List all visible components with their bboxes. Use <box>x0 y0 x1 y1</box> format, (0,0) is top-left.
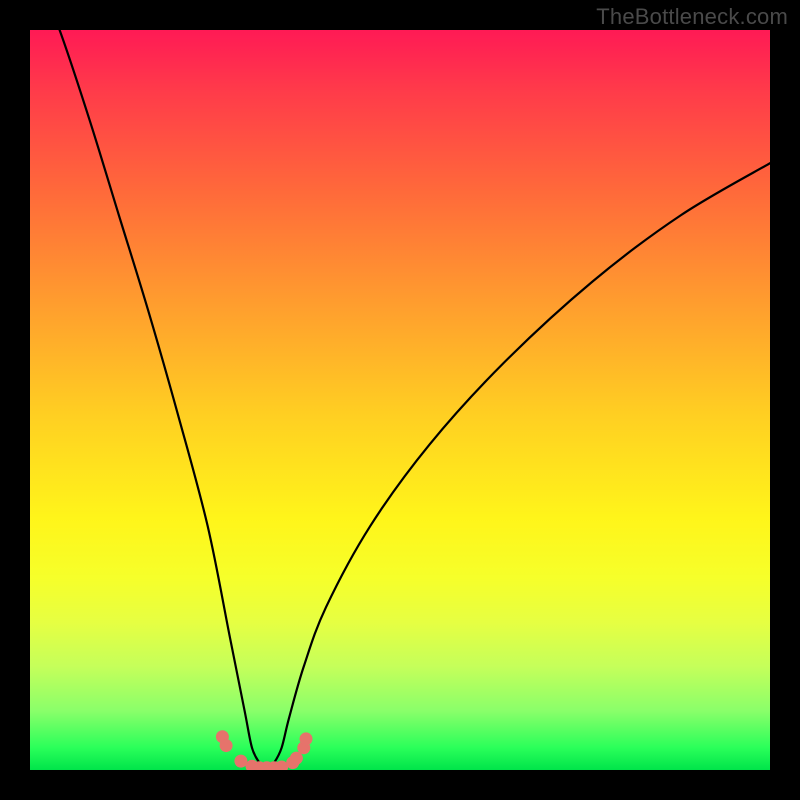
outer-frame: TheBottleneck.com <box>0 0 800 800</box>
marker-dot <box>234 755 247 768</box>
marker-dot <box>300 732 313 745</box>
bottom-dots <box>216 730 313 770</box>
chart-svg <box>30 30 770 770</box>
marker-dot <box>220 739 233 752</box>
watermark-text: TheBottleneck.com <box>596 4 788 30</box>
plot-area <box>30 30 770 770</box>
bottleneck-curve <box>30 30 770 770</box>
